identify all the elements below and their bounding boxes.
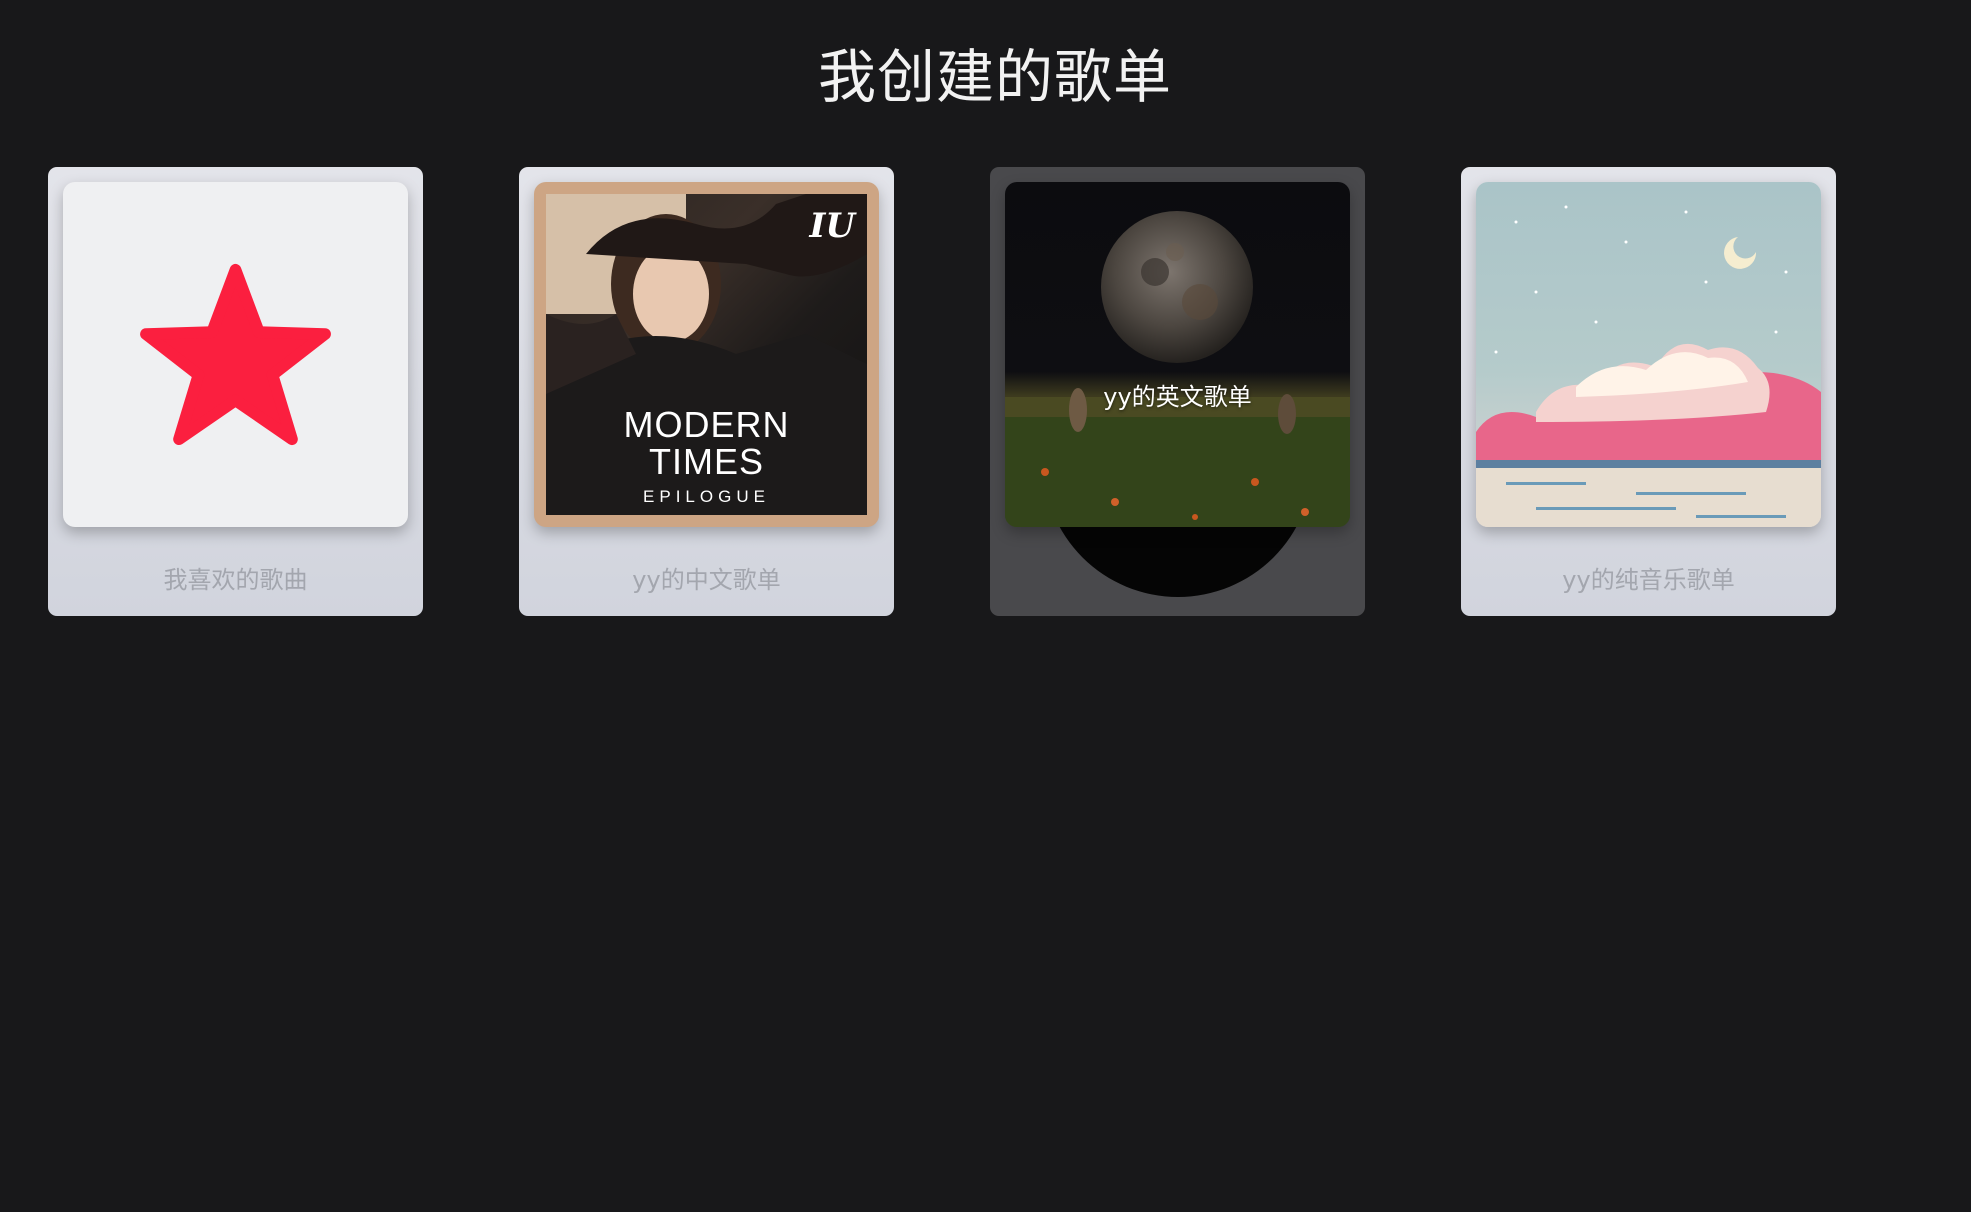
album-title-line: MODERN [623, 404, 790, 445]
playlist-hover-title: yy的英文歌单 [1103, 383, 1252, 411]
page-title: 我创建的歌单 [817, 43, 1172, 111]
album-subtitle: EPILOGUE [643, 487, 770, 506]
playlist-card-instrumental[interactable]: yy的纯音乐歌单 [1461, 167, 1836, 616]
playlist-card-favorites[interactable]: 我喜欢的歌曲 [48, 167, 423, 616]
playlist-label: yy的中文歌单 [632, 566, 781, 594]
star-icon [140, 263, 331, 446]
album-title-line: TIMES [648, 441, 764, 482]
playlist-cover [63, 182, 408, 527]
playlist-cover: yy的英文歌单 [1005, 182, 1350, 527]
playlist-cover [1476, 182, 1821, 527]
playlist-label: yy的纯音乐歌单 [1562, 566, 1735, 594]
album-art: IU MODERN TIMES EPILOGUE [546, 194, 867, 515]
playlist-cover: IU MODERN TIMES EPILOGUE [534, 182, 879, 527]
iu-logo: IU [809, 206, 855, 246]
playlist-card-english[interactable]: yy的英文歌单 [990, 167, 1365, 616]
playlist-label: 我喜欢的歌曲 [163, 566, 308, 594]
playlist-card-chinese[interactable]: IU MODERN TIMES EPILOGUE yy的中文歌单 [519, 167, 894, 616]
